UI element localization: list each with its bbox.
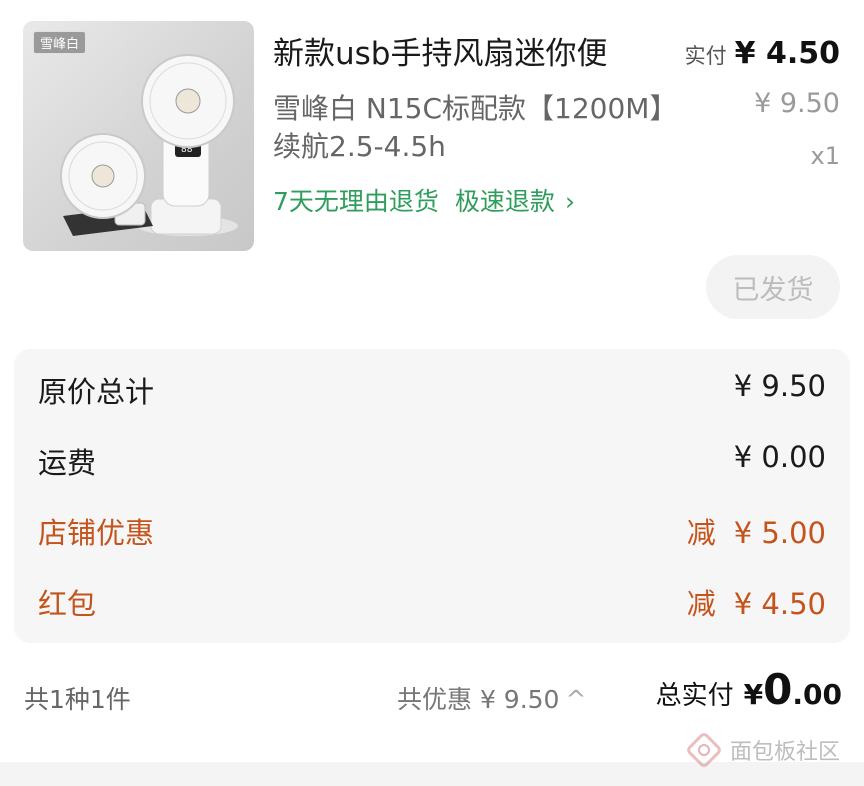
summary-row-original-total: 原价总计 ¥ 9.50	[38, 369, 826, 409]
summary-row-shipping: 运费 ¥ 0.00	[38, 440, 826, 480]
grand-total-currency: ¥	[743, 678, 764, 711]
paid-amount: ¥ 4.50	[734, 36, 840, 71]
price-summary-panel: 原价总计 ¥ 9.50 运费 ¥ 0.00 店铺优惠 减 ¥ 5.00 红包 减 ¥…	[14, 349, 850, 643]
grand-total-integer: 0	[763, 665, 793, 714]
product-thumbnail[interactable]: 88 雪峰白	[23, 21, 254, 251]
original-price: ¥ 9.50	[754, 88, 840, 119]
summary-value: ¥ 0.00	[733, 440, 826, 474]
summary-row-shop-discount: 店铺优惠 减 ¥ 5.00	[38, 510, 826, 550]
total-discount-toggle[interactable]: 共优惠 ¥ 9.50 ^	[397, 680, 586, 716]
summary-row-red-packet: 红包 减 ¥ 4.50	[38, 581, 826, 621]
summary-value: ¥ 9.50	[733, 369, 826, 403]
summary-label: 运费	[38, 446, 97, 480]
summary-label: 店铺优惠	[38, 516, 155, 550]
quantity: x1	[810, 142, 840, 170]
total-discount-text: 共优惠 ¥ 9.50	[397, 685, 560, 714]
watermark-text: 面包板社区	[730, 740, 841, 765]
watermark-logo-icon	[687, 733, 721, 767]
minus-prefix: 减	[686, 516, 716, 550]
summary-value-wrap: 减 ¥ 5.00	[687, 510, 826, 552]
summary-value: ¥ 4.50	[733, 587, 826, 621]
fast-refund-label: 极速退款	[454, 187, 555, 216]
service-guarantees[interactable]: 7天无理由退货 极速退款 ›	[273, 182, 575, 218]
product-spec: 雪峰白 N15C标配款【1200M】续航2.5-4.5h	[273, 92, 664, 163]
paid-label: 实付	[684, 44, 727, 68]
chevron-up-icon: ^	[565, 685, 587, 714]
paid-price: 实付 ¥ 4.50	[685, 36, 840, 71]
chevron-right-icon: ›	[564, 187, 575, 216]
summary-value: ¥ 5.00	[733, 516, 826, 550]
summary-label: 红包	[38, 587, 97, 621]
minus-prefix: 减	[686, 587, 716, 621]
watermark: 面包板社区	[684, 730, 840, 770]
summary-value-wrap: 减 ¥ 4.50	[687, 581, 826, 623]
grand-total-label: 总实付	[655, 681, 734, 711]
product-title[interactable]: 新款usb手持风扇迷你便	[273, 34, 673, 74]
item-count: 共1种1件	[24, 685, 131, 714]
handheld-fan-product-image: 88	[60, 54, 238, 236]
no-reason-return-label: 7天无理由退货	[273, 187, 439, 216]
thumbnail-color-tag: 雪峰白	[33, 31, 87, 54]
summary-label: 原价总计	[38, 375, 155, 409]
grand-total: 总实付 ¥0.00	[656, 665, 842, 714]
shipped-status-button[interactable]: 已发货	[706, 255, 840, 319]
grand-total-decimal: .00	[792, 678, 842, 711]
